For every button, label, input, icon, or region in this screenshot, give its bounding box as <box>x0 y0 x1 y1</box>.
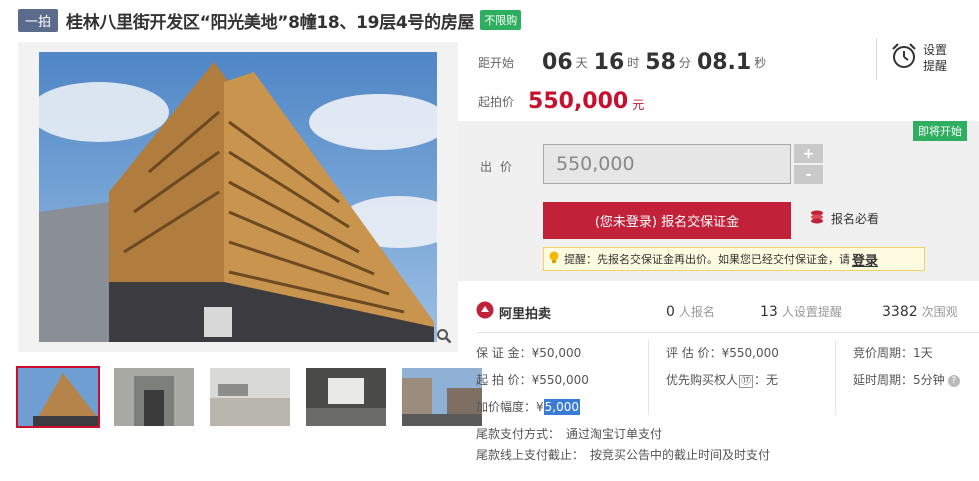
thumbnail-2[interactable] <box>114 368 194 426</box>
start-price-row: 起拍价 550,000 元 <box>478 86 644 116</box>
alarm-clock-icon <box>891 42 917 74</box>
ali-auction-logo: 阿里拍卖 <box>476 301 551 323</box>
priority-value: ：无 <box>754 373 779 387</box>
thumbnail-1[interactable] <box>16 366 100 428</box>
increment-info: 加价幅度：¥5,000 <box>476 398 581 415</box>
start-label: 起 拍 价： <box>476 373 532 387</box>
payment-method-value: 通过淘宝订单支付 <box>566 427 663 441</box>
countdown-minutes-unit: 分 <box>678 55 691 70</box>
payment-method-label: 尾款支付方式： <box>476 427 561 441</box>
bid-stepper: + - <box>794 144 823 184</box>
start-value: ¥550,000 <box>531 373 589 387</box>
main-photo[interactable] <box>18 42 458 352</box>
payment-deadline-label: 尾款线上支付截止： <box>476 448 585 462</box>
divider <box>648 340 649 415</box>
payment-deadline-value: 按竞买公告中的截止时间及时支付 <box>590 448 771 462</box>
signups-label: 人报名 <box>678 305 715 319</box>
bid-label: 出价 <box>480 160 521 174</box>
deposit-tip: 提醒：先报名交保证金再出价。如果您已经交付保证金，请 登录 <box>543 247 925 271</box>
countdown-row: 距开始 06 天 16 时 58 分 08.1 秒 <box>478 44 772 80</box>
reminders-count: 13 <box>760 304 778 320</box>
views-count: 3382 <box>882 304 918 320</box>
signup-guide-label: 报名必看 <box>831 212 880 226</box>
reminders-label: 人设置提醒 <box>781 305 842 319</box>
signups-stat: 0 人报名 <box>666 303 715 320</box>
building-photo <box>39 52 437 342</box>
countdown-hours: 16 <box>593 49 625 75</box>
decrease-bid-button[interactable]: - <box>794 165 823 184</box>
set-reminder-label: 设置提醒 <box>923 43 948 73</box>
divider <box>476 332 979 333</box>
tip-text: 提醒：先报名交保证金再出价。如果您已经交付保证金，请 <box>564 253 850 266</box>
thumbnail-strip <box>16 366 482 428</box>
countdown-seconds: 08.1 <box>696 49 752 75</box>
zoom-icon[interactable] <box>432 324 456 348</box>
thumbnail-5[interactable] <box>402 368 482 426</box>
bid-panel: 即将开始 出价 550,000 + - (您未登录) 报名交保证金 报名必看 提… <box>458 121 979 281</box>
ali-auction-icon <box>476 301 494 323</box>
payment-method-info: 尾款支付方式： 通过淘宝订单支付 <box>476 425 662 442</box>
start-price-label: 起拍价 <box>478 94 515 109</box>
countdown-minutes: 58 <box>645 49 676 75</box>
appraisal-label: 评 估 价： <box>666 346 722 360</box>
countdown-hours-unit: 时 <box>627 55 640 70</box>
divider <box>835 340 836 415</box>
signups-count: 0 <box>666 304 675 320</box>
priority-info: 优先购买权人 ⑰ ：无 <box>666 371 778 388</box>
start-price-value: 550,000 <box>528 88 629 114</box>
countdown-label: 距开始 <box>478 55 515 70</box>
thumbnail-3[interactable] <box>210 368 290 426</box>
set-reminder-button[interactable]: 设置提醒 <box>891 42 949 74</box>
countdown-days-unit: 天 <box>575 55 588 70</box>
auction-stats-row: 阿里拍卖 0 人报名 13 人设置提醒 3382 次围观 <box>458 293 979 329</box>
lightbulb-icon <box>548 251 560 268</box>
increment-label: 加价幅度： <box>476 400 537 414</box>
deposit-value: ¥50,000 <box>531 346 582 360</box>
coins-icon <box>809 210 825 227</box>
increment-value: 5,000 <box>543 399 581 415</box>
round-badge: 一拍 <box>18 8 59 32</box>
login-link[interactable]: 登录 <box>852 250 878 269</box>
payment-deadline-info: 尾款线上支付截止： 按竞买公告中的截止时间及时支付 <box>476 446 770 463</box>
cycle-value: 1天 <box>913 346 933 360</box>
priority-label: 优先购买权人 <box>666 373 739 387</box>
bid-cycle-info: 竞价周期：1天 <box>853 344 933 361</box>
signup-deposit-button[interactable]: (您未登录) 报名交保证金 <box>543 202 791 239</box>
priority-mark-icon: ⑰ <box>739 375 754 388</box>
appraisal-info: 评 估 价：¥550,000 <box>666 344 779 361</box>
delay-cycle-info: 延时周期：5分钟? <box>853 371 960 388</box>
limit-badge: 不限购 <box>480 10 522 30</box>
countdown-seconds-unit: 秒 <box>754 55 767 70</box>
bid-amount-input[interactable]: 550,000 <box>543 144 791 184</box>
starting-soon-badge: 即将开始 <box>913 121 967 141</box>
start-price-info: 起 拍 价：¥550,000 <box>476 371 589 388</box>
increment-prefix: ¥ <box>536 400 544 414</box>
divider <box>876 38 877 80</box>
deposit-info: 保 证 金：¥50,000 <box>476 344 581 361</box>
countdown-days: 06 <box>542 49 573 75</box>
increase-bid-button[interactable]: + <box>794 144 823 163</box>
start-price-unit: 元 <box>632 97 645 112</box>
help-icon[interactable]: ? <box>947 374 960 387</box>
views-label: 次围观 <box>921 305 958 319</box>
ali-auction-logo-text: 阿里拍卖 <box>499 306 552 322</box>
signup-guide-link[interactable]: 报名必看 <box>809 210 879 227</box>
cycle-label: 竞价周期： <box>853 346 914 360</box>
reminders-stat: 13 人设置提醒 <box>760 303 842 320</box>
page-title: 桂林八里街开发区“阳光美地”8幢18、19层4号的房屋 <box>66 12 475 33</box>
appraisal-value: ¥550,000 <box>721 346 779 360</box>
delay-label: 延时周期： <box>853 373 914 387</box>
title-row: 一拍 桂林八里街开发区“阳光美地”8幢18、19层4号的房屋 不限购 <box>18 8 522 33</box>
deposit-label: 保 证 金： <box>476 346 532 360</box>
thumbnail-4[interactable] <box>306 368 386 426</box>
delay-value: 5分钟 <box>913 373 945 387</box>
views-stat: 3382 次围观 <box>882 303 958 320</box>
